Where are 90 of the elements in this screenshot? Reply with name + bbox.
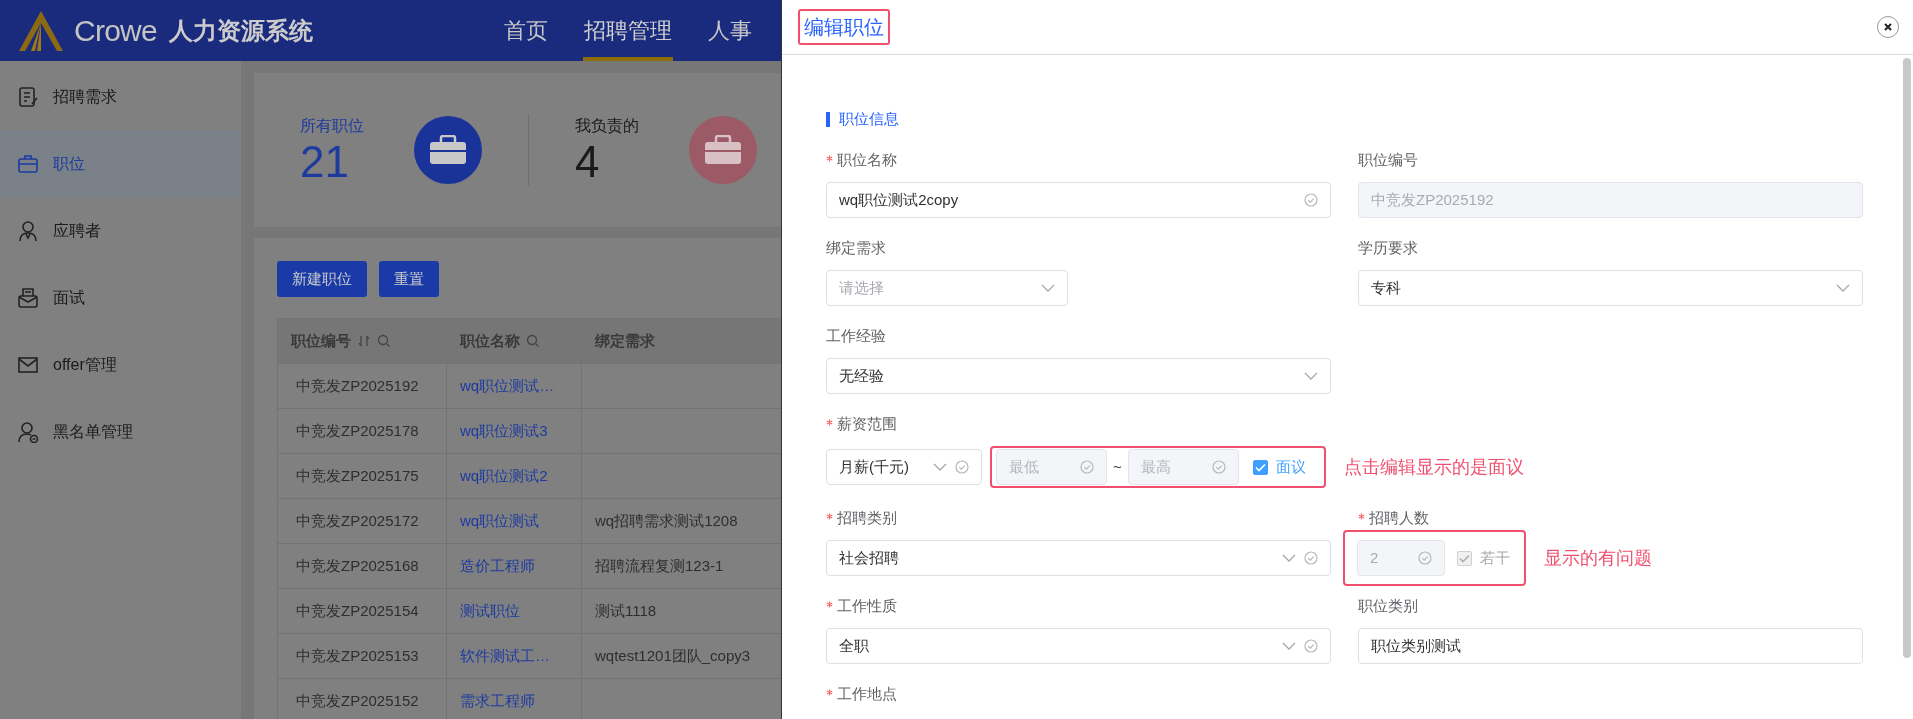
envelope-icon [17,286,39,309]
table-cell-text: 中竞发ZP2025154 [296,600,419,621]
annotation-note: 点击编辑显示的是面议 [1343,455,1524,479]
checkbox[interactable] [1252,459,1268,475]
stat-label: 所有职位 [300,116,365,136]
field-label: 工作地点 [837,683,897,704]
chevron-down-icon [1304,372,1318,380]
table-cell-text: 中竞发ZP2025175 [296,465,419,486]
check-circle-icon [1304,551,1318,565]
select-field[interactable]: 请选择 [826,270,1068,306]
search-icon[interactable] [377,334,391,348]
sidebar-item[interactable]: 招聘需求 [0,63,241,130]
sidebar-item[interactable]: 职位 [0,130,241,197]
select-field[interactable]: 无经验 [826,358,1331,394]
position-link[interactable]: wq职位测试2 [460,464,548,488]
table-cell-text: 招聘流程复测123-1 [595,555,724,576]
position-link[interactable]: 需求工程师 [460,689,535,713]
position-link[interactable]: 造价工程师 [460,554,535,578]
check-circle-icon [1418,551,1432,565]
system-name: 人力资源系统 [168,15,313,46]
text-field[interactable]: 职位类别测试 [1358,628,1863,664]
table-cell-text: 中竞发ZP2025152 [296,690,419,711]
search-icon[interactable] [526,334,540,348]
table-cell-text: 中竞发ZP2025153 [296,645,419,666]
column-header: 绑定需求 [595,330,655,351]
field-label: 工作性质 [837,595,897,616]
chevron-down-icon [1836,284,1850,292]
table-cell-text: 测试1118 [595,600,657,621]
person-icon [17,420,39,443]
sort-icon[interactable] [357,334,371,348]
column-header: 职位名称 [460,330,520,351]
field-label: 薪资范围 [837,413,897,434]
section-marker [826,111,830,127]
stat-value: 4 [575,138,601,186]
chevron-down-icon [1282,554,1296,562]
check-circle-icon [1304,639,1318,653]
select-field[interactable]: 月薪(千元) [826,449,982,485]
table-cell-text: 中竞发ZP2025168 [296,555,419,576]
select-field[interactable]: 全职 [826,628,1331,664]
field-label: 学历要求 [1358,237,1418,258]
chevron-down-icon [1282,642,1296,650]
table-cell-text: wqtest1201团队_copy3 [595,645,751,666]
drawer-title: 编辑职位 [798,9,890,45]
select-field[interactable]: 专科 [1358,270,1863,306]
toolbar-button[interactable]: 新建职位 [277,261,367,297]
sidebar-item[interactable]: 应聘者 [0,197,241,264]
chevron-down-icon [933,463,947,471]
chevron-down-icon [1041,284,1055,292]
sidebar-item[interactable]: offer管理 [0,331,241,398]
field-label: 职位类别 [1358,595,1418,616]
nav-tab[interactable]: 首页 [502,0,549,61]
brand-name: Crowe [74,13,157,49]
field-label: 绑定需求 [826,237,886,258]
stat-label: 我负责的 [575,116,640,136]
position-link[interactable]: wq职位测试 [460,509,540,533]
person-icon [17,219,39,242]
position-link[interactable]: 软件测试工… [460,644,550,668]
position-link[interactable]: 测试职位 [460,599,520,623]
check-circle-icon [1304,193,1318,207]
section-title: 职位信息 [839,108,899,129]
field-label: 招聘类别 [837,507,897,528]
annotation-note: 显示的有问题 [1544,546,1652,570]
close-icon [1883,22,1893,32]
briefcase-icon [17,152,39,175]
toolbar-button[interactable]: 重置 [379,261,439,297]
check-circle-icon [1211,460,1226,474]
sidebar-item[interactable]: 黑名单管理 [0,398,241,465]
table-cell-text: wq招聘需求测试1208 [595,510,738,531]
position-link[interactable]: wq职位测试3 [460,419,548,443]
text-field[interactable]: wq职位测试2copy [826,182,1331,218]
table-cell-text: 中竞发ZP2025178 [296,420,419,441]
document-icon [17,85,39,108]
table-cell-text: 中竞发ZP2025172 [296,510,419,531]
select-field[interactable]: 社会招聘 [826,540,1331,576]
field-label: 工作经验 [826,325,886,346]
field-label: 职位编号 [1358,149,1418,170]
check-circle-icon [955,460,969,474]
nav-tab[interactable]: 人事 [706,0,753,61]
range-separator: ~ [1113,456,1122,477]
column-header: 职位编号 [291,330,351,351]
check-circle-icon [1080,460,1094,474]
checkbox-label: 若干 [1480,547,1510,568]
stat-value: 21 [300,138,350,186]
sidebar-item[interactable]: 面试 [0,264,241,331]
field-label: 职位名称 [837,149,897,170]
scrollbar[interactable] [1903,58,1911,658]
position-link[interactable]: wq职位测试… [460,374,555,398]
field-label: 招聘人数 [1369,507,1429,528]
table-cell-text: 中竞发ZP2025192 [296,375,419,396]
checkbox-label: 面议 [1275,456,1306,477]
